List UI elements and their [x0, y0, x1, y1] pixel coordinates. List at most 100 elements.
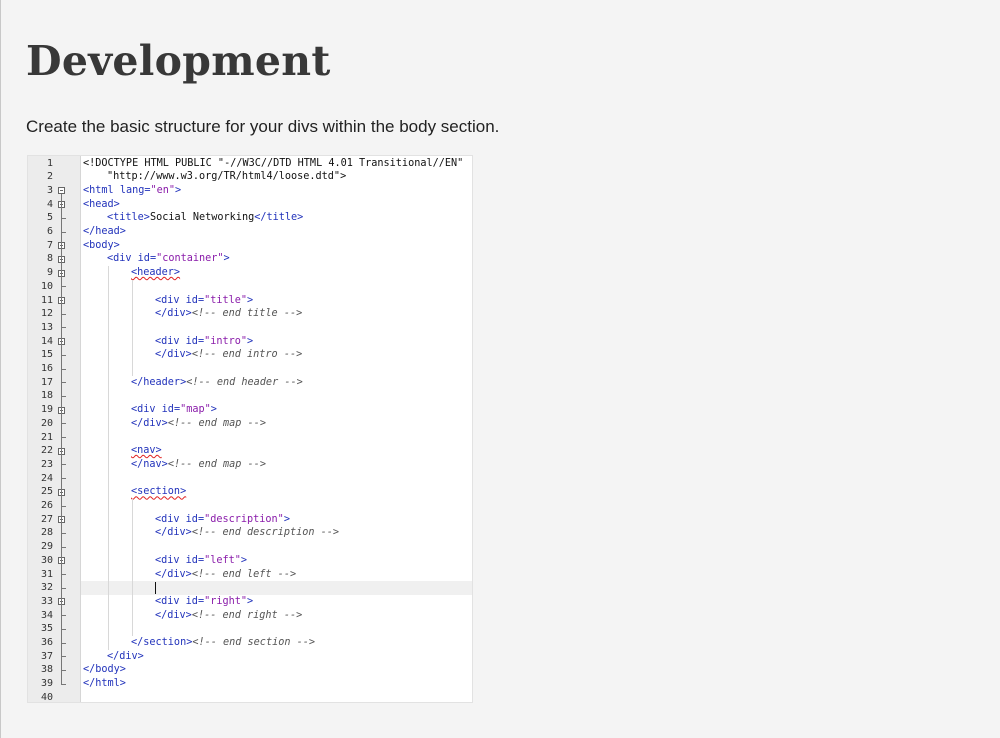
code-token: <head> — [83, 198, 120, 210]
indent-guide — [108, 266, 109, 650]
code-token: </div> — [107, 650, 144, 662]
code-editor-screenshot: 1 2 3 4 5 6 7 8 9 10 11 12 13 14 15 16 17 18 19 20 21 22 23 24 2… — [27, 155, 473, 703]
line-number: 32 — [40, 582, 53, 594]
fold-end-marker — [61, 313, 66, 315]
code-line: </body> — [81, 663, 472, 677]
code-line: </div><!-- end right --> — [81, 609, 472, 623]
code-token: </body> — [83, 664, 126, 676]
fold-end-marker — [61, 231, 66, 233]
code-line-text: <div id="description"> — [155, 513, 290, 527]
code-token: id= — [185, 513, 205, 525]
fold-end-marker — [61, 423, 66, 425]
code-line-text: </div><!-- end left --> — [155, 568, 296, 582]
code-line: <header> — [81, 266, 472, 280]
code-line: <!DOCTYPE HTML PUBLIC "-//W3C//DTD HTML … — [81, 157, 472, 171]
fold-end-marker — [61, 437, 66, 438]
code-token: </nav> — [131, 458, 168, 470]
code-token: <html — [83, 184, 120, 196]
code-line-text: <div id="intro"> — [155, 335, 253, 349]
fold-end-marker — [61, 683, 66, 685]
code-token: <div — [131, 404, 162, 416]
code-token: "right" — [204, 595, 248, 607]
fold-end-marker — [61, 587, 66, 589]
code-line: </header><!-- end header --> — [81, 376, 472, 390]
code-line: <div id="map"> — [81, 403, 472, 417]
line-number: 37 — [40, 650, 53, 662]
code-token: id= — [137, 253, 157, 265]
fold-end-marker — [61, 505, 66, 507]
code-line-text: <div id="map"> — [131, 403, 217, 417]
code-line: <div id="container"> — [81, 252, 472, 266]
code-token: id= — [185, 335, 205, 347]
line-number: 1 — [46, 157, 53, 169]
line-number: 2 — [46, 171, 53, 183]
fold-end-marker — [61, 642, 66, 644]
code-token: <div — [155, 294, 186, 306]
line-number: 3 — [46, 184, 53, 196]
line-number: 22 — [40, 445, 53, 457]
code-token: id= — [185, 595, 205, 607]
line-number: 7 — [46, 239, 53, 251]
code-line: <div id="intro"> — [81, 335, 472, 349]
fold-end-marker — [61, 546, 66, 548]
code-line-text: </body> — [83, 663, 126, 677]
line-number: 15 — [40, 349, 53, 361]
code-line-text: <div id="title"> — [155, 294, 253, 308]
code-token: <div — [155, 554, 186, 566]
fold-end-marker — [61, 628, 66, 630]
code-line-text: <html lang="en"> — [83, 184, 181, 198]
code-token: <nav> — [131, 445, 162, 457]
code-token: "map" — [180, 404, 211, 416]
code-token: <title> — [107, 212, 150, 224]
line-number: 33 — [40, 595, 53, 607]
fold-end-marker — [61, 382, 66, 384]
line-number: 30 — [40, 554, 53, 566]
code-token: </html> — [83, 678, 126, 690]
line-number: 18 — [40, 390, 53, 402]
line-number: 23 — [40, 458, 53, 470]
code-line: <section> — [81, 485, 472, 499]
code-token: id= — [185, 294, 205, 306]
line-number: 26 — [40, 500, 53, 511]
code-line-text: <body> — [83, 239, 120, 253]
code-token: </div> — [131, 417, 168, 429]
line-number: 34 — [40, 609, 53, 621]
code-line: </div><!-- end map --> — [81, 417, 472, 431]
code-line: <body> — [81, 239, 472, 253]
code-token: > — [240, 554, 248, 566]
code-token: "left" — [204, 554, 241, 566]
code-line-text: "http://www.w3.org/TR/html4/loose.dtd"> — [107, 170, 346, 184]
code-line-text: <div id="left"> — [155, 554, 247, 568]
code-line: </nav><!-- end map --> — [81, 458, 472, 472]
code-token: Social Networking — [149, 212, 255, 224]
code-line: </div><!-- end description --> — [81, 526, 472, 540]
fold-end-marker — [61, 669, 66, 671]
code-line — [81, 581, 472, 595]
code-token: <div — [155, 513, 186, 525]
line-number: 6 — [46, 226, 53, 237]
line-number: 35 — [40, 623, 53, 635]
intro-text: Create the basic structure for your divs… — [26, 117, 500, 136]
line-number: 39 — [40, 678, 53, 690]
code-token: > — [247, 294, 254, 306]
line-number: 36 — [40, 637, 53, 648]
code-line-text: </div><!-- end description --> — [155, 526, 339, 540]
line-number-gutter: 1 2 3 4 5 6 7 8 9 10 11 12 13 14 15 16 17 18 19 20 21 22 23 24 2… — [28, 156, 81, 702]
fold-end-marker — [61, 327, 66, 329]
code-line: </div><!-- end left --> — [81, 568, 472, 582]
code-token: > — [247, 595, 254, 607]
code-token: > — [223, 253, 230, 265]
code-line-text: </div><!-- end title --> — [155, 307, 302, 321]
fold-end-marker — [61, 478, 66, 480]
line-number: 21 — [40, 431, 53, 443]
code-token: <!-- end right --> — [191, 609, 303, 621]
code-token: <!-- end map --> — [167, 458, 266, 470]
line-number: 29 — [40, 541, 53, 553]
code-token: </section> — [131, 637, 193, 648]
line-number: 8 — [46, 253, 53, 265]
